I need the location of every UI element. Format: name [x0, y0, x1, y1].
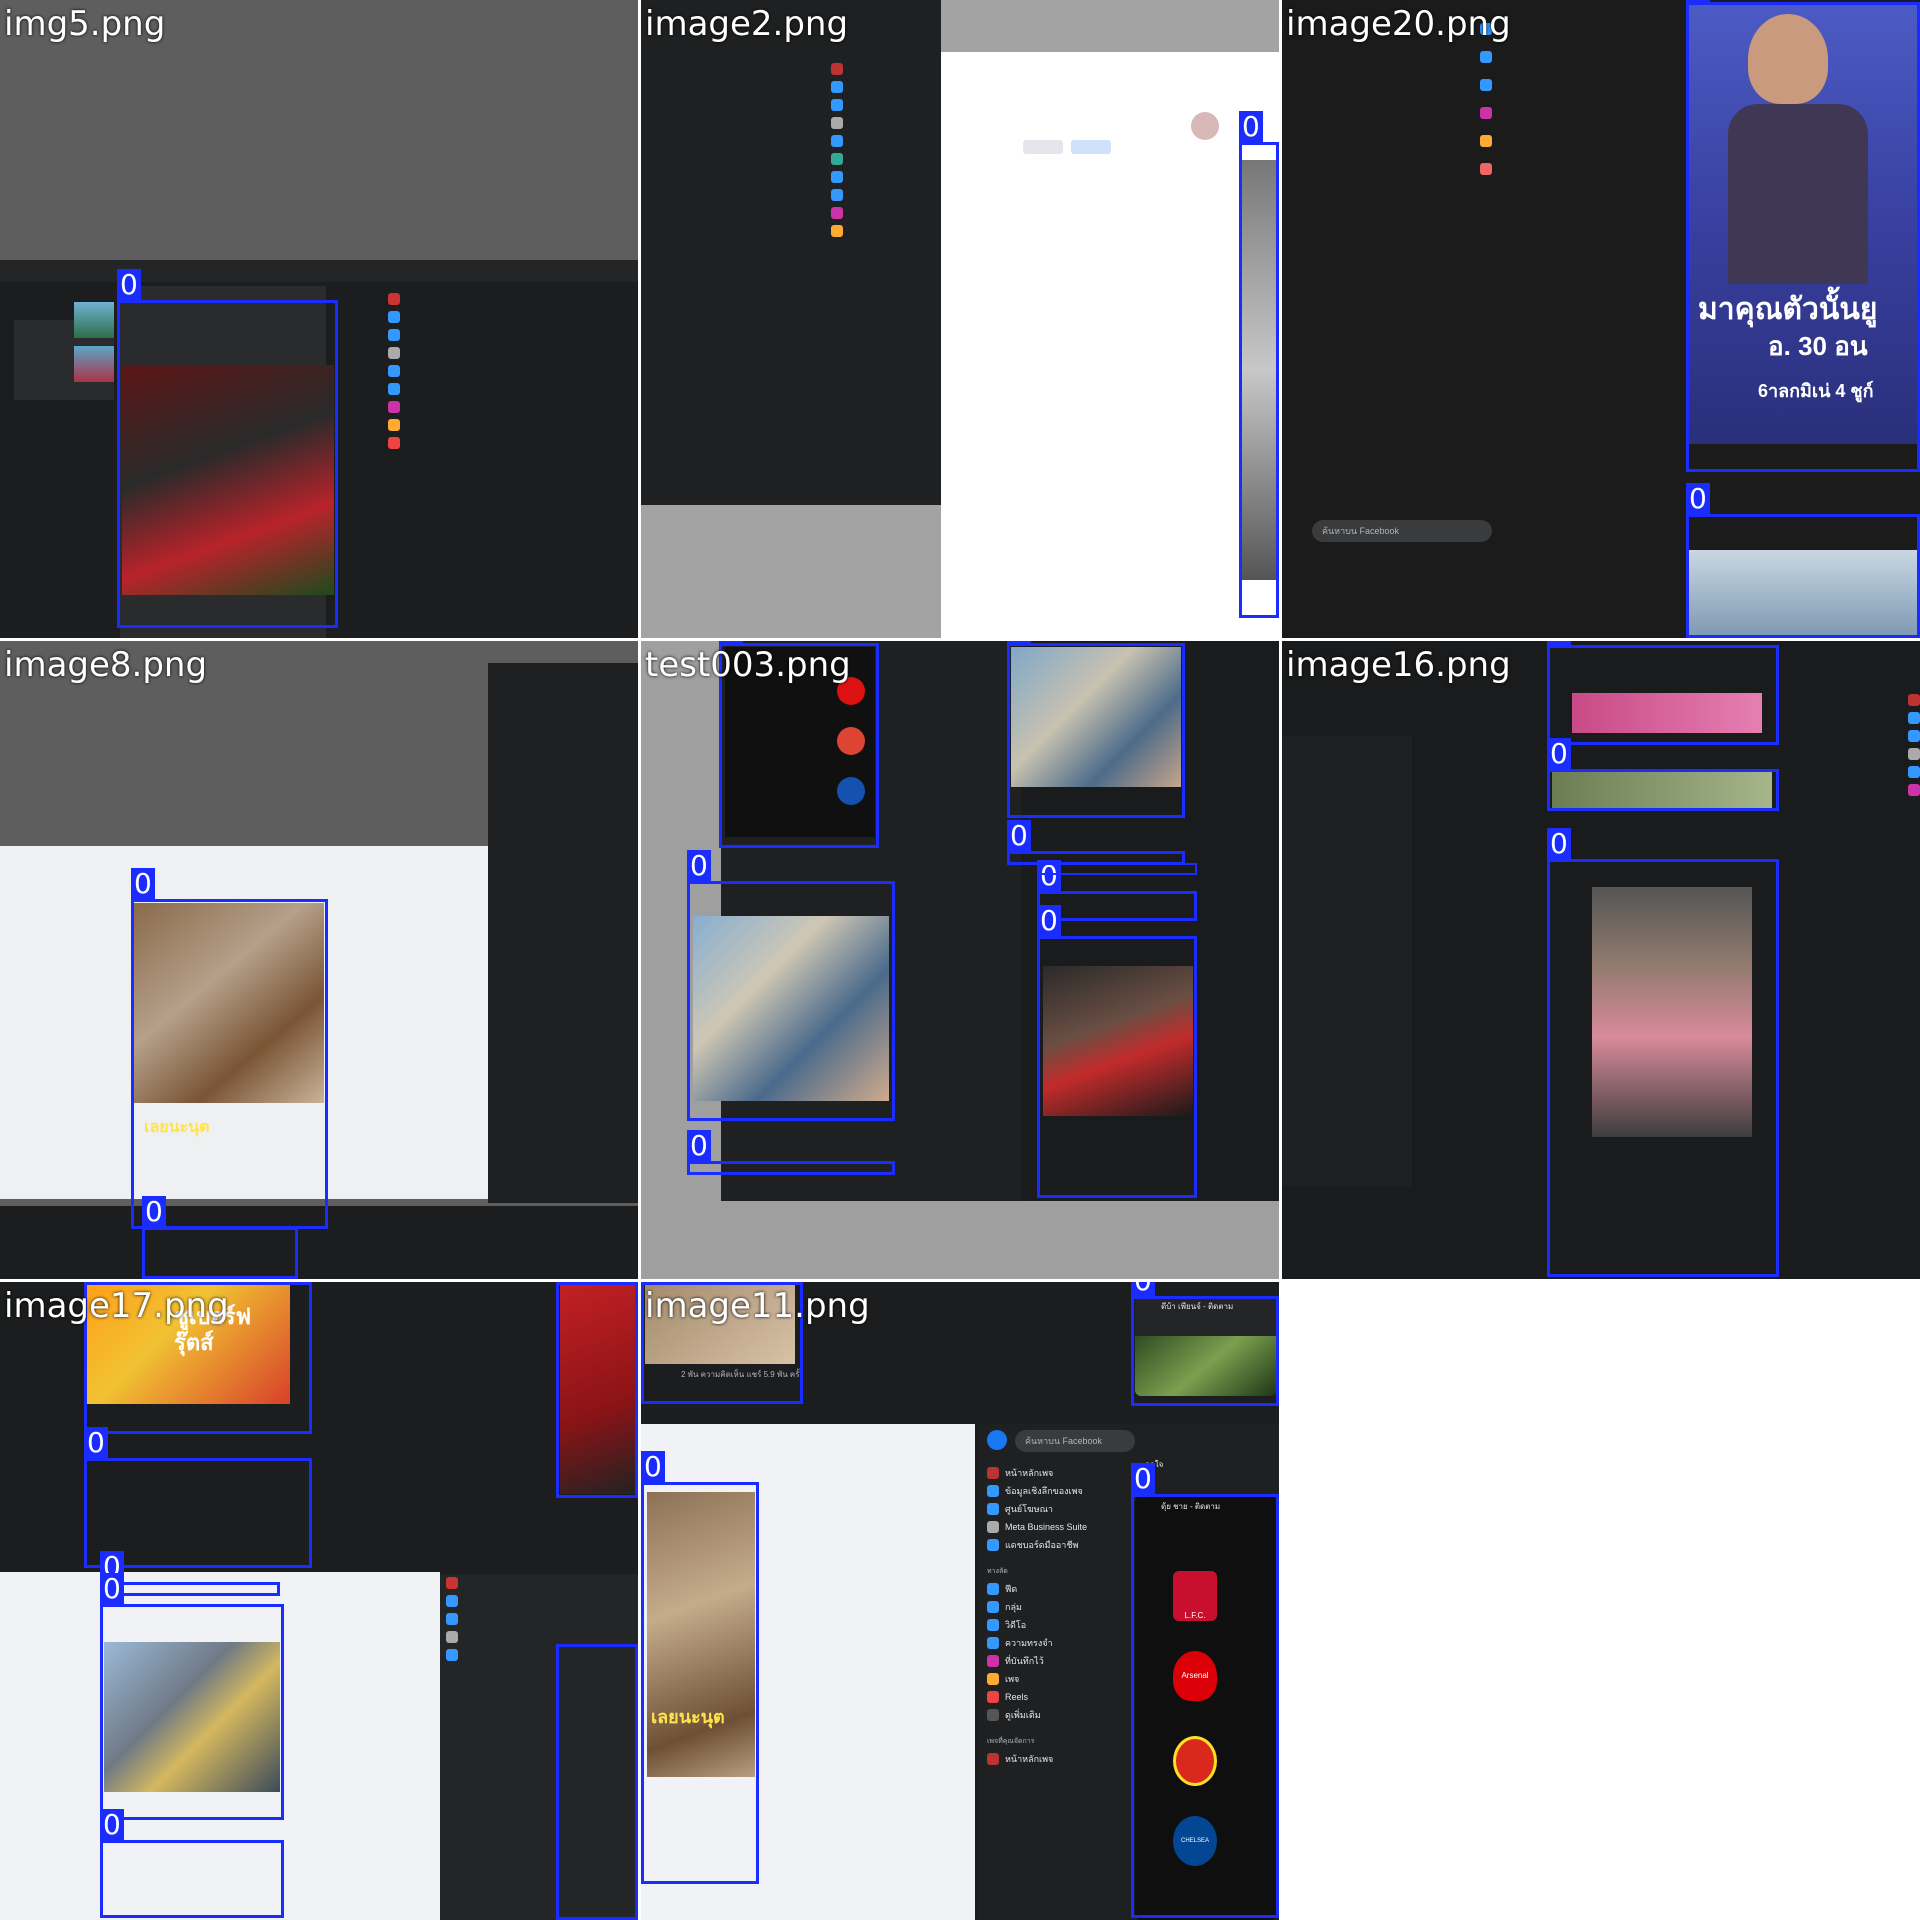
tile-label: img5.png [4, 4, 166, 44]
tile-label: image16.png [1286, 645, 1511, 685]
detection-box: 0 [100, 1573, 284, 1820]
search-input[interactable]: ค้นหาบน Facebook [1015, 1430, 1135, 1452]
sidebar-item-reels[interactable]: Reels [987, 1688, 1117, 1706]
managed-pages-title: เพจที่คุณจัดการ [987, 1737, 1035, 1745]
detection-box: 0 [100, 1809, 284, 1918]
sidebar-item-meta-business-suite[interactable]: Meta Business Suite [987, 1518, 1117, 1536]
sidebar-item-ad-center[interactable]: ศูนย์โฆษณา [987, 1500, 1117, 1518]
facebook-logo-icon[interactable] [987, 1430, 1007, 1450]
detection-box: 0 [687, 850, 895, 1121]
sidebar-item-memories[interactable]: ความทรงจำ [987, 1634, 1117, 1652]
detection-box: 0 [556, 1282, 638, 1498]
sidebar-item-feed[interactable]: ฟีด [987, 1580, 1117, 1598]
sidebar-item-professional-dashboard[interactable]: แดชบอร์ดมืออาชีพ [987, 1536, 1117, 1554]
detection-box: 0 [1547, 738, 1779, 811]
sidebar-item-managed-page[interactable]: หน้าหลักเพจ [987, 1750, 1117, 1768]
white-profile-panel [941, 52, 1279, 638]
tile-image17: image17.png ชูเบอร์ฟรุ๊ตส์ 0 0 0 0 0 0 [0, 1282, 638, 1920]
detection-box: 0 [1037, 860, 1197, 921]
sidebar-item-insights[interactable]: ข้อมูลเชิงลึกของเพจ [987, 1482, 1117, 1500]
edit-button[interactable] [1071, 140, 1111, 154]
sidebar-item-groups[interactable]: กลุ่ม [987, 1598, 1117, 1616]
tile-label: image20.png [1286, 4, 1511, 44]
tile-label: image8.png [4, 645, 208, 685]
detection-box: 0 [687, 1130, 895, 1175]
detection-box: 0 [1131, 1463, 1279, 1918]
tile-label: test003.png [645, 645, 851, 685]
detection-box: 0 [1007, 641, 1185, 818]
tile-label: image17.png [4, 1286, 229, 1326]
detection-box: 0 [142, 1196, 298, 1279]
tile-test003: test003.png 0 0 0 0 0 0 0 [641, 641, 1279, 1279]
avatar [1191, 112, 1219, 140]
sidebar-item-pages[interactable]: เพจ [987, 1670, 1117, 1688]
sidebar-item-page-home[interactable]: หน้าหลักเพจ [987, 1464, 1117, 1482]
tile-image11: image11.png 0 2 พัน ความคิดเห็น แชร์ 5.9… [641, 1282, 1279, 1920]
sidebar [1312, 20, 1492, 500]
tile-image8: image8.png เลยนะนุต 0 0 [0, 641, 638, 1279]
detection-box: 0 [1037, 905, 1197, 1198]
detection-box: 0 [1239, 111, 1279, 618]
sidebar-item-see-more[interactable]: ดูเพิ่มเติม [987, 1706, 1117, 1724]
tile-image16: image16.png 0 0 0 [1282, 641, 1920, 1279]
search-input[interactable]: ค้นหาบน Facebook [1312, 520, 1492, 542]
sidebar-item-video[interactable]: วิดีโอ [987, 1616, 1117, 1634]
detection-box: 0 [1131, 1282, 1279, 1406]
tile-img5: img5.png 0 [0, 0, 638, 638]
detection-box: 0 [1547, 828, 1779, 1277]
tile-label: image2.png [645, 4, 849, 44]
message-button[interactable] [1023, 140, 1063, 154]
detection-box: 0 [1547, 641, 1779, 745]
detection-box: 0 [131, 868, 328, 1229]
detection-box [556, 1644, 638, 1920]
tile-image20: image20.png มาคุณตัวนั้นยู อ. 30 อน 6าลก… [1282, 0, 1920, 638]
tile-label: image11.png [645, 1286, 870, 1326]
detection-box [1037, 863, 1197, 875]
tile-image2: image2.png 0 [641, 0, 1279, 638]
detection-box: 0 [100, 1551, 280, 1596]
detection-box: 0 [1686, 0, 1920, 472]
detection-box: 0 [641, 1451, 759, 1884]
shortcuts-title: ทางลัด [987, 1567, 1008, 1575]
detection-box: 0 [1686, 483, 1920, 638]
detection-box: 0 [117, 269, 338, 628]
dark-sidebar-panel [641, 0, 941, 505]
sidebar-item-saved[interactable]: ที่บันทึกไว้ [987, 1652, 1117, 1670]
